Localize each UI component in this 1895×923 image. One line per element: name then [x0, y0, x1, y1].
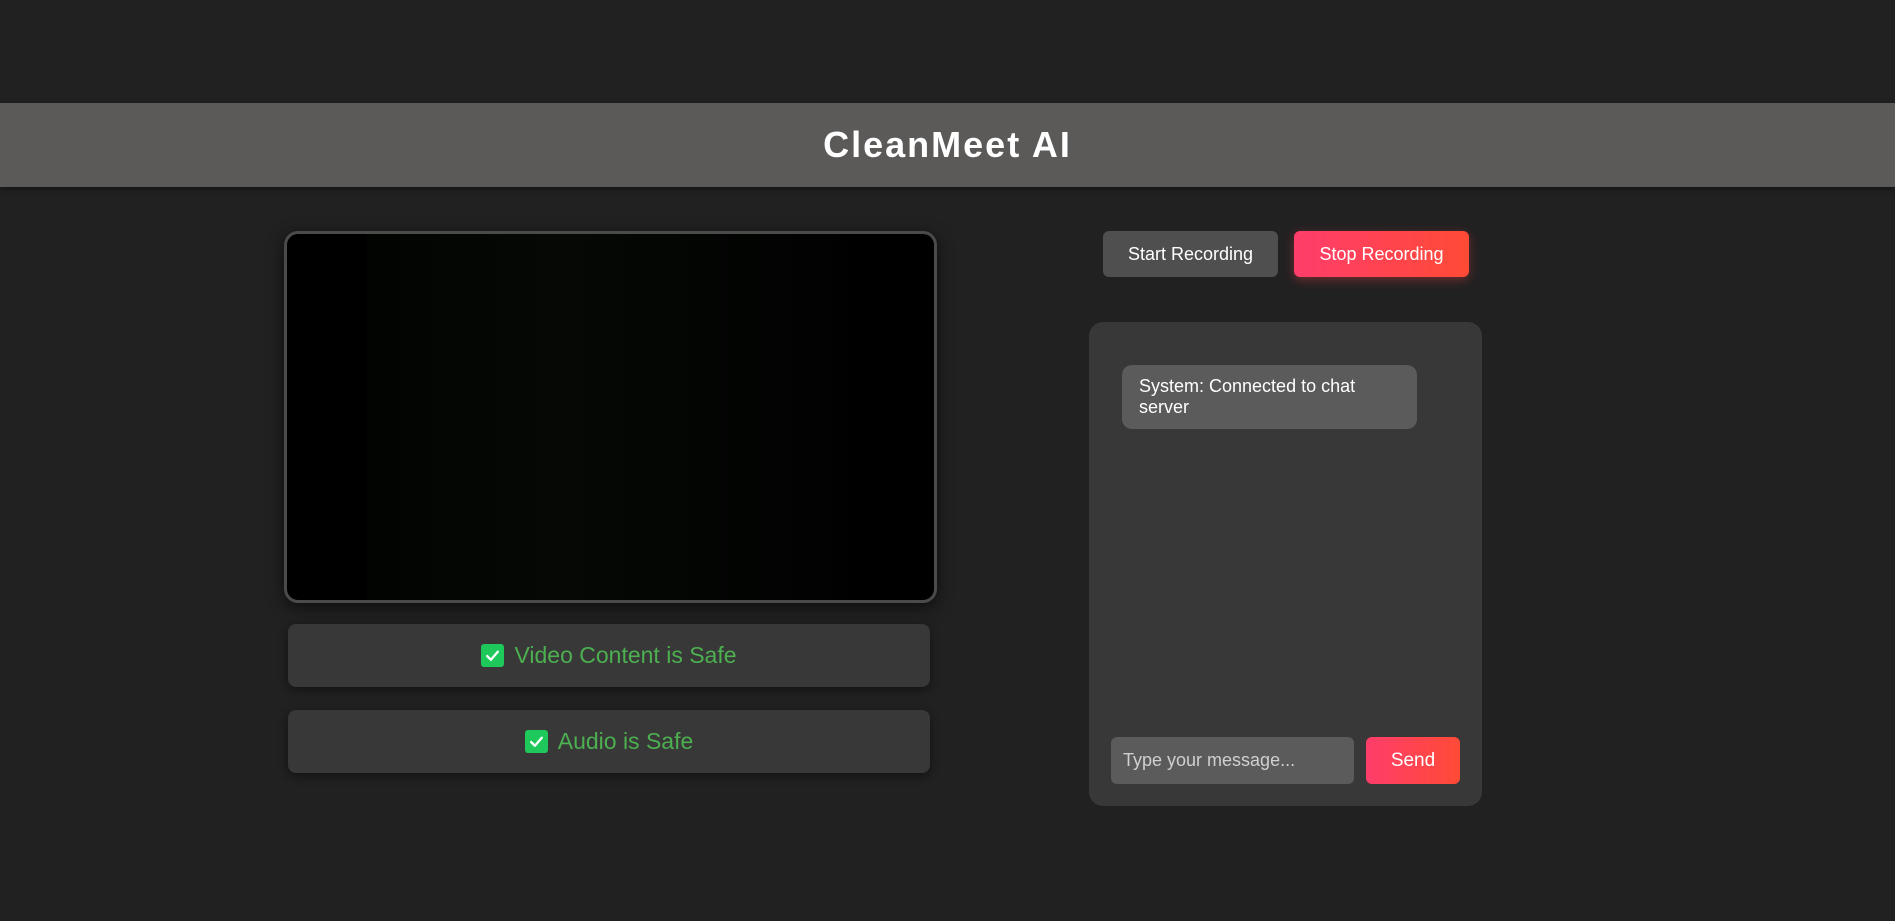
audio-status-card: Audio is Safe — [288, 710, 930, 773]
check-icon — [481, 644, 505, 667]
stop-recording-button[interactable]: Stop Recording — [1294, 231, 1469, 277]
chat-message-input[interactable] — [1111, 737, 1354, 784]
start-recording-button[interactable]: Start Recording — [1103, 231, 1278, 277]
send-button[interactable]: Send — [1366, 737, 1460, 784]
video-preview — [284, 231, 937, 603]
chat-panel: System: Connected to chat server Send — [1089, 322, 1482, 806]
chat-message: System: Connected to chat server — [1122, 365, 1417, 429]
check-icon — [524, 730, 548, 753]
video-status-card: Video Content is Safe — [288, 624, 930, 687]
app-header: CleanMeet AI — [0, 103, 1895, 187]
video-status-text: Video Content is Safe — [514, 642, 737, 668]
audio-status-text: Audio is Safe — [557, 728, 694, 754]
video-feed — [367, 234, 847, 600]
app-title: CleanMeet AI — [823, 124, 1072, 165]
app-page: CleanMeet AI Video Content is Safe Audio… — [0, 0, 1895, 921]
